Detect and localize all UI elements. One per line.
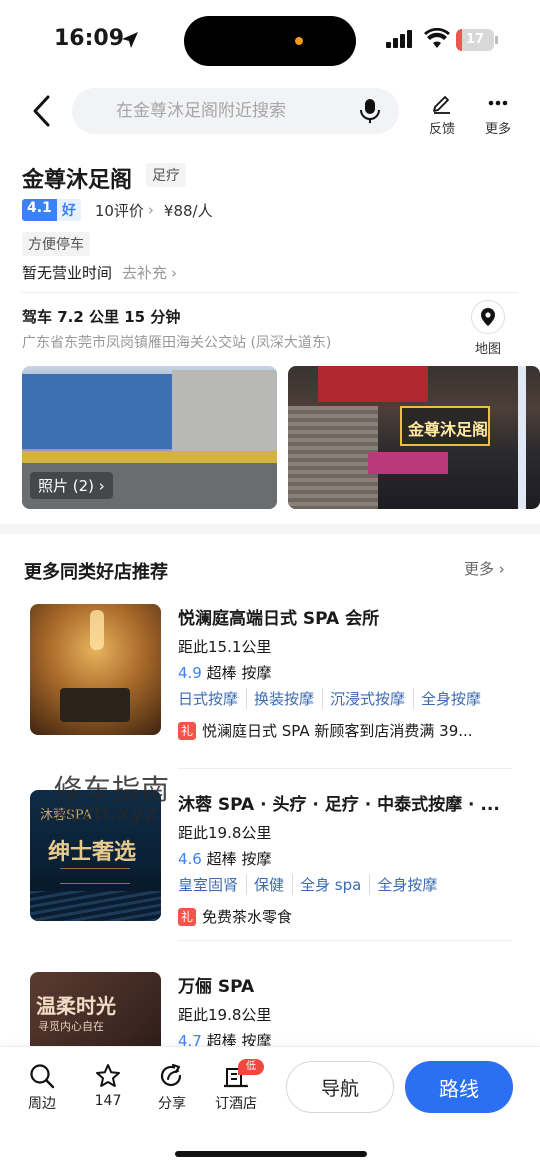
map-pin-icon xyxy=(481,308,495,326)
shop-name: 沐蓉 SPA · 头疗 · 足疗 · 中泰式按摩 · ... xyxy=(178,795,500,815)
poi-photo-1[interactable]: 照片 (2) › xyxy=(22,366,277,509)
status-time: 16:09 xyxy=(54,26,125,51)
shop-rating: 4.6 超棒 按摩 xyxy=(178,850,272,868)
shop-name: 悦澜庭高端日式 SPA 会所 xyxy=(178,609,380,629)
shop-distance: 距此15.1公里 xyxy=(178,638,272,656)
star-icon xyxy=(96,1064,120,1087)
navigate-button[interactable]: 导航 xyxy=(286,1061,394,1113)
share-label: 分享 xyxy=(158,1096,186,1112)
shop-distance: 距此19.8公里 xyxy=(178,824,272,842)
shop-tags: 日式按摩 换装按摩 沉浸式按摩 全身按摩 xyxy=(178,688,482,709)
search-input[interactable] xyxy=(116,98,336,124)
location-arrow-icon xyxy=(122,32,138,48)
edit-pencil-icon xyxy=(433,96,450,114)
share-button[interactable]: 分享 xyxy=(144,1063,200,1113)
shop-thumbnail xyxy=(30,604,161,735)
chevron-right-icon: › xyxy=(171,264,178,282)
shop-rating: 4.9 超棒 按摩 xyxy=(178,664,272,682)
drive-info: 驾车 7.2 公里 15 分钟 xyxy=(22,308,181,326)
share-icon xyxy=(160,1063,182,1087)
rating-row[interactable]: 4.1 好 10评价 › ¥88/人 xyxy=(22,198,213,222)
shop-distance: 距此19.8公里 xyxy=(178,1006,272,1024)
search-bar[interactable] xyxy=(72,88,399,134)
status-bar: 16:09 17 xyxy=(0,0,540,80)
opening-hours[interactable]: 暂无营业时间 去补充 › xyxy=(22,262,177,283)
chevron-right-icon: › xyxy=(147,201,154,219)
route-button[interactable]: 路线 xyxy=(405,1061,513,1113)
review-count[interactable]: 10评价 xyxy=(95,200,144,221)
map-pin-circle xyxy=(471,300,505,334)
book-hotel-button[interactable]: 低价 订酒店 xyxy=(208,1059,264,1113)
favorite-button[interactable]: 147 xyxy=(80,1063,136,1109)
hours-text: 暂无营业时间 xyxy=(22,264,113,282)
hotel-label: 订酒店 xyxy=(215,1096,257,1112)
rating-score: 4.1 xyxy=(22,199,57,221)
wifi-icon xyxy=(424,28,450,48)
add-hours-link[interactable]: 去补充 xyxy=(122,264,167,282)
feedback-label: 反馈 xyxy=(428,122,455,137)
favorite-count: 147 xyxy=(94,1093,122,1109)
divider xyxy=(178,940,512,941)
storefront-sign: 金尊沐足阁 xyxy=(400,406,490,446)
signal-icon xyxy=(386,30,412,48)
shop-name: 万俪 SPA xyxy=(178,977,255,997)
poi-category: 足疗 xyxy=(146,163,186,187)
watermark-url: xczn.xyz xyxy=(54,798,158,826)
map-button[interactable]: 地图 xyxy=(468,300,508,357)
rating-word: 好 xyxy=(56,199,81,221)
average-price: ¥88/人 xyxy=(163,201,213,220)
map-label: 地图 xyxy=(474,342,501,357)
shop-promo: 礼免费茶水零食 xyxy=(178,906,508,927)
divider xyxy=(22,292,518,293)
poi-photo-2[interactable]: 金尊沐足阁 xyxy=(288,366,540,509)
more-button[interactable]: 更多 xyxy=(478,92,518,137)
home-indicator[interactable] xyxy=(175,1151,367,1157)
search-icon xyxy=(30,1064,55,1089)
photo-count-label[interactable]: 照片 (2) › xyxy=(30,472,113,499)
parking-tag: 方便停车 xyxy=(22,232,90,256)
gift-icon: 礼 xyxy=(178,722,196,740)
section-separator xyxy=(0,524,540,534)
address: 广东省东莞市凤岗镇雁田海关公交站 (凤深大道东) xyxy=(22,335,332,351)
battery-icon: 17 xyxy=(456,29,494,51)
more-dots-icon xyxy=(488,100,508,106)
back-arrow-icon[interactable] xyxy=(28,94,58,128)
poi-title: 金尊沐足阁 xyxy=(22,168,133,193)
more-label: 更多 xyxy=(484,122,511,137)
gift-icon: 礼 xyxy=(178,908,196,926)
feedback-button[interactable]: 反馈 xyxy=(422,92,462,137)
more-recommend-link[interactable]: 更多 › xyxy=(464,558,505,579)
section-title: 更多同类好店推荐 xyxy=(24,562,168,583)
rating-badge: 4.1 好 xyxy=(22,199,81,221)
battery-level: 17 xyxy=(465,32,485,47)
divider xyxy=(178,768,512,769)
microphone-icon[interactable] xyxy=(359,98,381,124)
nearby-label: 周边 xyxy=(28,1096,56,1112)
nearby-button[interactable]: 周边 xyxy=(14,1063,70,1113)
shop-tags: 皇室固肾 保健 全身 spa 全身按摩 xyxy=(178,874,438,895)
low-price-badge: 低价 xyxy=(238,1059,264,1088)
dynamic-island xyxy=(184,16,356,66)
shop-promo: 礼悦澜庭日式 SPA 新顾客到店消费满 39... xyxy=(178,720,508,741)
